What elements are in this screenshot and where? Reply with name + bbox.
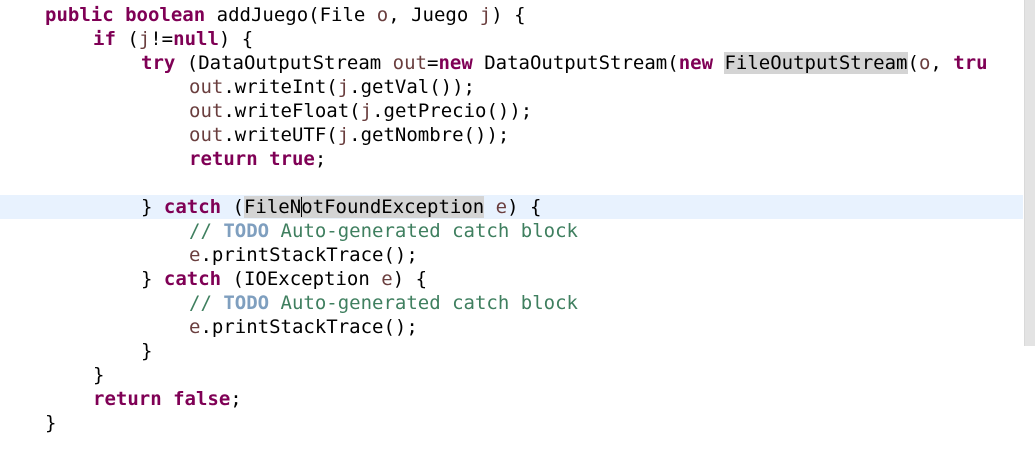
local-variable: out bbox=[189, 76, 224, 98]
code-text: ( bbox=[907, 52, 919, 74]
code-line-18[interactable]: } bbox=[0, 411, 1023, 435]
keyword: true bbox=[269, 148, 315, 170]
parameter-name: j bbox=[337, 76, 350, 98]
keyword: return bbox=[189, 148, 258, 170]
code-line-12[interactable]: } catch (IOException e) { bbox=[0, 267, 1023, 291]
code-text: != bbox=[150, 28, 174, 50]
code-line-17[interactable]: return false; bbox=[0, 387, 1023, 411]
keyword: catch bbox=[163, 268, 222, 290]
exception-variable: e bbox=[189, 316, 201, 338]
code-text: .writeInt( bbox=[223, 76, 338, 98]
code-line-8[interactable] bbox=[0, 171, 1023, 195]
code-text: = bbox=[427, 52, 439, 74]
code-line-4[interactable]: out.writeInt(j.getVal()); bbox=[0, 75, 1023, 99]
code-text: .getVal()); bbox=[349, 76, 476, 98]
local-variable: out bbox=[189, 100, 224, 122]
code-line-15[interactable]: } bbox=[0, 339, 1023, 363]
local-variable: out bbox=[189, 124, 224, 146]
code-text: ) { bbox=[491, 4, 526, 26]
code-text: ( bbox=[221, 196, 244, 218]
keyword: new bbox=[438, 52, 473, 74]
code-text: , bbox=[930, 52, 954, 74]
parameter-name: j bbox=[337, 124, 350, 146]
code-text: .printStackTrace(); bbox=[200, 244, 418, 266]
code-text: FileN bbox=[243, 196, 302, 218]
comment: Auto-generated catch block bbox=[269, 292, 578, 314]
parameter-name: j bbox=[360, 100, 373, 122]
vertical-scrollbar[interactable] bbox=[1023, 0, 1035, 451]
code-text: .getNombre()); bbox=[349, 124, 510, 146]
code-text: } bbox=[141, 196, 164, 218]
code-text: } bbox=[141, 340, 153, 362]
code-text: addJuego(File bbox=[216, 4, 377, 26]
code-text: otFoundException bbox=[301, 196, 485, 218]
parameter-name: j bbox=[479, 4, 492, 26]
code-text: ; bbox=[314, 148, 327, 170]
code-line-7[interactable]: return true; bbox=[0, 147, 1023, 171]
keyword: catch bbox=[163, 196, 222, 218]
parameter-name: j bbox=[138, 28, 151, 50]
code-text: ) { bbox=[218, 28, 254, 50]
code-line-6[interactable]: out.writeUTF(j.getNombre()); bbox=[0, 123, 1023, 147]
comment: // bbox=[189, 220, 224, 242]
code-text: .printStackTrace(); bbox=[200, 316, 418, 338]
code-text: ; bbox=[230, 388, 242, 410]
scrollbar-thumb[interactable] bbox=[1024, 0, 1035, 346]
exception-variable: e bbox=[381, 268, 393, 290]
keyword: if bbox=[93, 28, 116, 50]
keyword: new bbox=[678, 52, 714, 74]
code-line-9-current[interactable]: } catch (FileNotFoundException e) { bbox=[0, 195, 1023, 219]
code-text: } bbox=[93, 364, 105, 386]
keyword: null bbox=[173, 28, 219, 50]
keyword: tru bbox=[953, 52, 988, 74]
exception-variable: e bbox=[189, 244, 201, 266]
code-line-11[interactable]: e.printStackTrace(); bbox=[0, 243, 1023, 267]
code-editor[interactable]: public boolean addJuego(File o, Juego j)… bbox=[0, 0, 1023, 451]
parameter-name: o bbox=[376, 4, 389, 26]
code-text: } bbox=[45, 412, 57, 434]
local-variable: out bbox=[392, 52, 427, 74]
keyword: return bbox=[93, 388, 162, 410]
parameter-name: o bbox=[918, 52, 931, 74]
code-text: ) { bbox=[392, 268, 428, 290]
code-line-10[interactable]: // TODO Auto-generated catch block bbox=[0, 219, 1023, 243]
code-line-1[interactable]: public boolean addJuego(File o, Juego j)… bbox=[0, 3, 1023, 27]
code-text: .writeUTF( bbox=[223, 124, 338, 146]
code-text: .getPrecio()); bbox=[372, 100, 533, 122]
keyword: false bbox=[173, 388, 231, 410]
code-text: (DataOutputStream bbox=[175, 52, 393, 74]
code-line-13[interactable]: // TODO Auto-generated catch block bbox=[0, 291, 1023, 315]
code-text: ) { bbox=[507, 196, 542, 218]
exception-variable: e bbox=[495, 196, 508, 218]
code-line-14[interactable]: e.printStackTrace(); bbox=[0, 315, 1023, 339]
code-text: ( bbox=[115, 28, 139, 50]
code-line-3[interactable]: try (DataOutputStream out=new DataOutput… bbox=[0, 51, 1023, 75]
code-text: } bbox=[141, 268, 164, 290]
code-line-5[interactable]: out.writeFloat(j.getPrecio()); bbox=[0, 99, 1023, 123]
occurrence-highlight: FileOutputStream bbox=[724, 52, 908, 74]
code-text: .writeFloat( bbox=[223, 100, 361, 122]
todo-tag: TODO bbox=[223, 292, 270, 314]
keyword: boolean bbox=[125, 4, 206, 26]
comment: // bbox=[189, 292, 224, 314]
occurrence-highlight: FileNotFoundException bbox=[243, 196, 485, 218]
code-text: (IOException bbox=[221, 268, 382, 290]
code-line-2[interactable]: if (j!=null) { bbox=[0, 27, 1023, 51]
keyword: try bbox=[141, 52, 176, 74]
todo-tag: TODO bbox=[223, 220, 270, 242]
keyword: public bbox=[45, 4, 114, 26]
code-line-16[interactable]: } bbox=[0, 363, 1023, 387]
code-text: , Juego bbox=[388, 4, 480, 26]
code-text: DataOutputStream( bbox=[472, 52, 679, 74]
comment: Auto-generated catch block bbox=[269, 220, 578, 242]
